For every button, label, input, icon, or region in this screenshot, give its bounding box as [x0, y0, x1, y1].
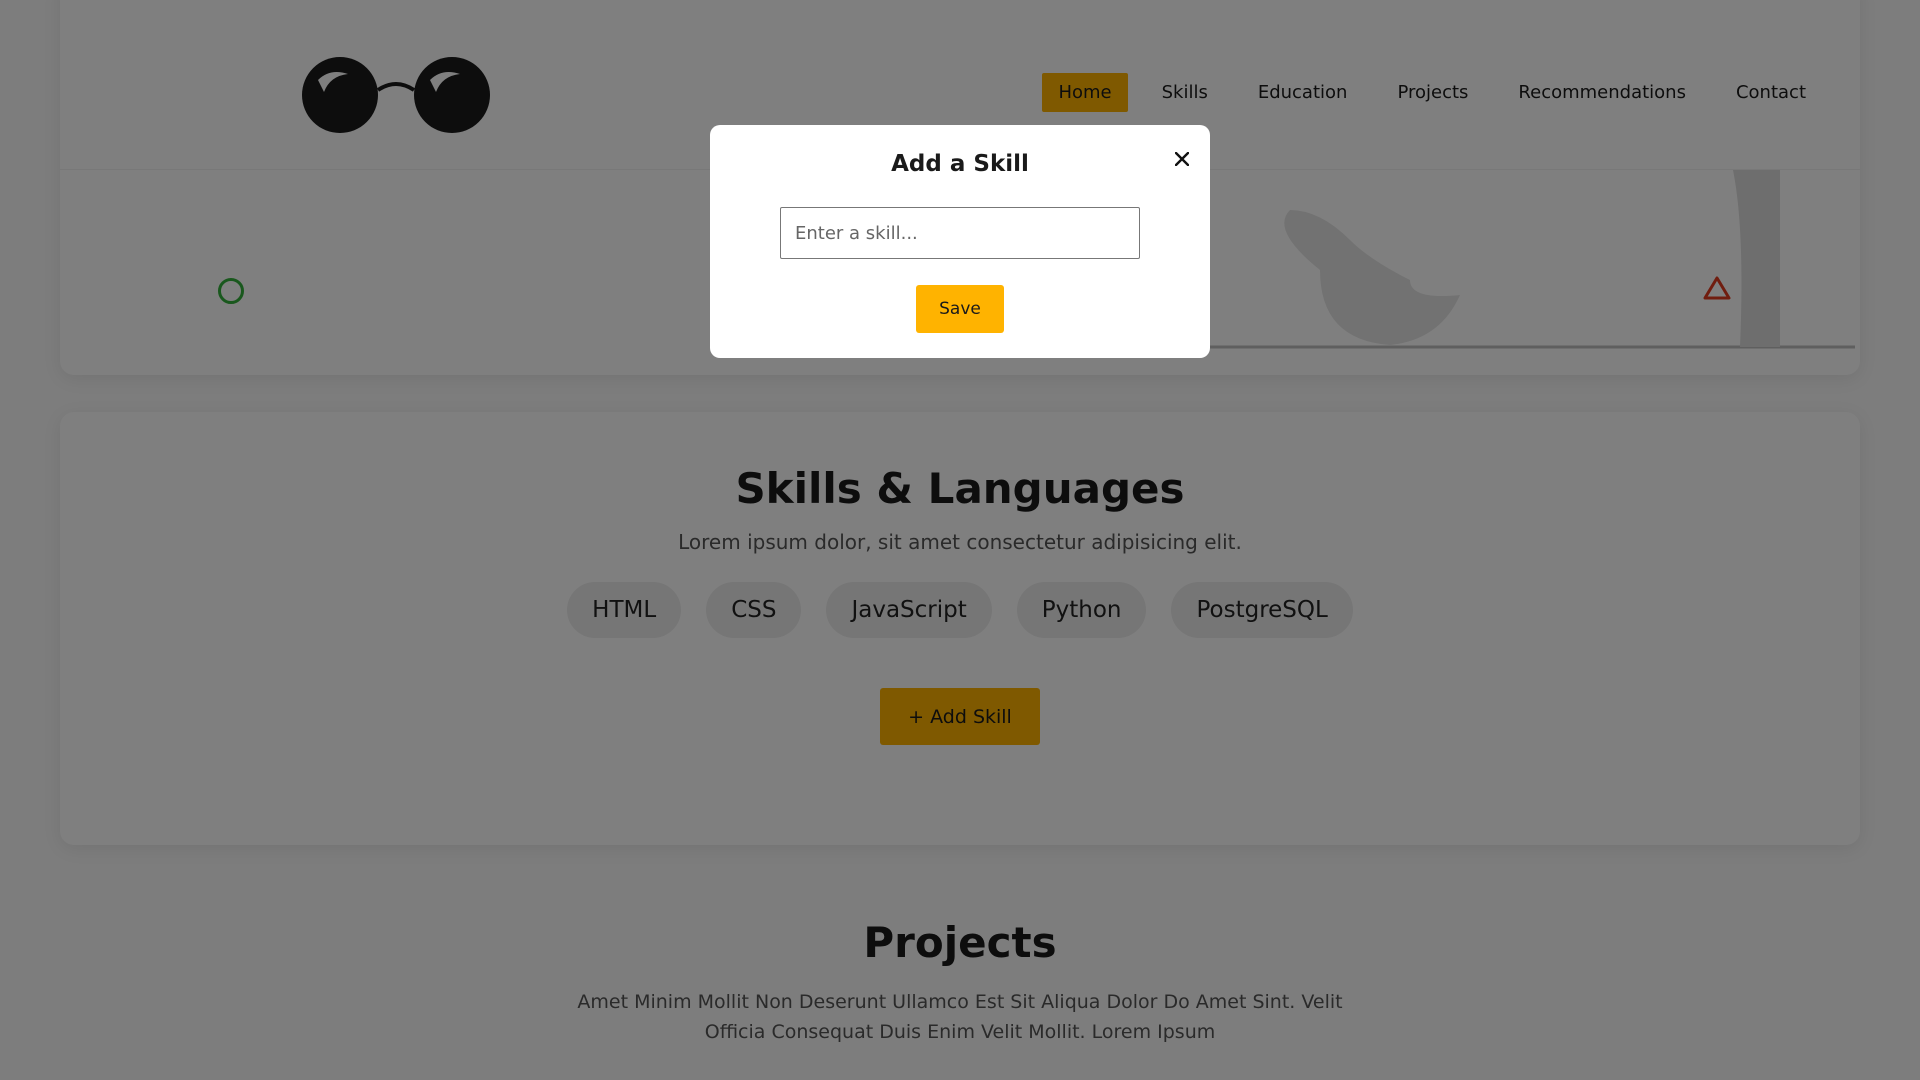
- save-button[interactable]: Save: [916, 285, 1004, 333]
- portfolio-page: Home Skills Education Projects Recommend…: [0, 0, 1920, 1080]
- skill-input[interactable]: [780, 207, 1140, 259]
- close-icon[interactable]: [1170, 147, 1194, 171]
- add-skill-modal: Add a Skill Save: [710, 125, 1210, 358]
- modal-title: Add a Skill: [891, 151, 1029, 177]
